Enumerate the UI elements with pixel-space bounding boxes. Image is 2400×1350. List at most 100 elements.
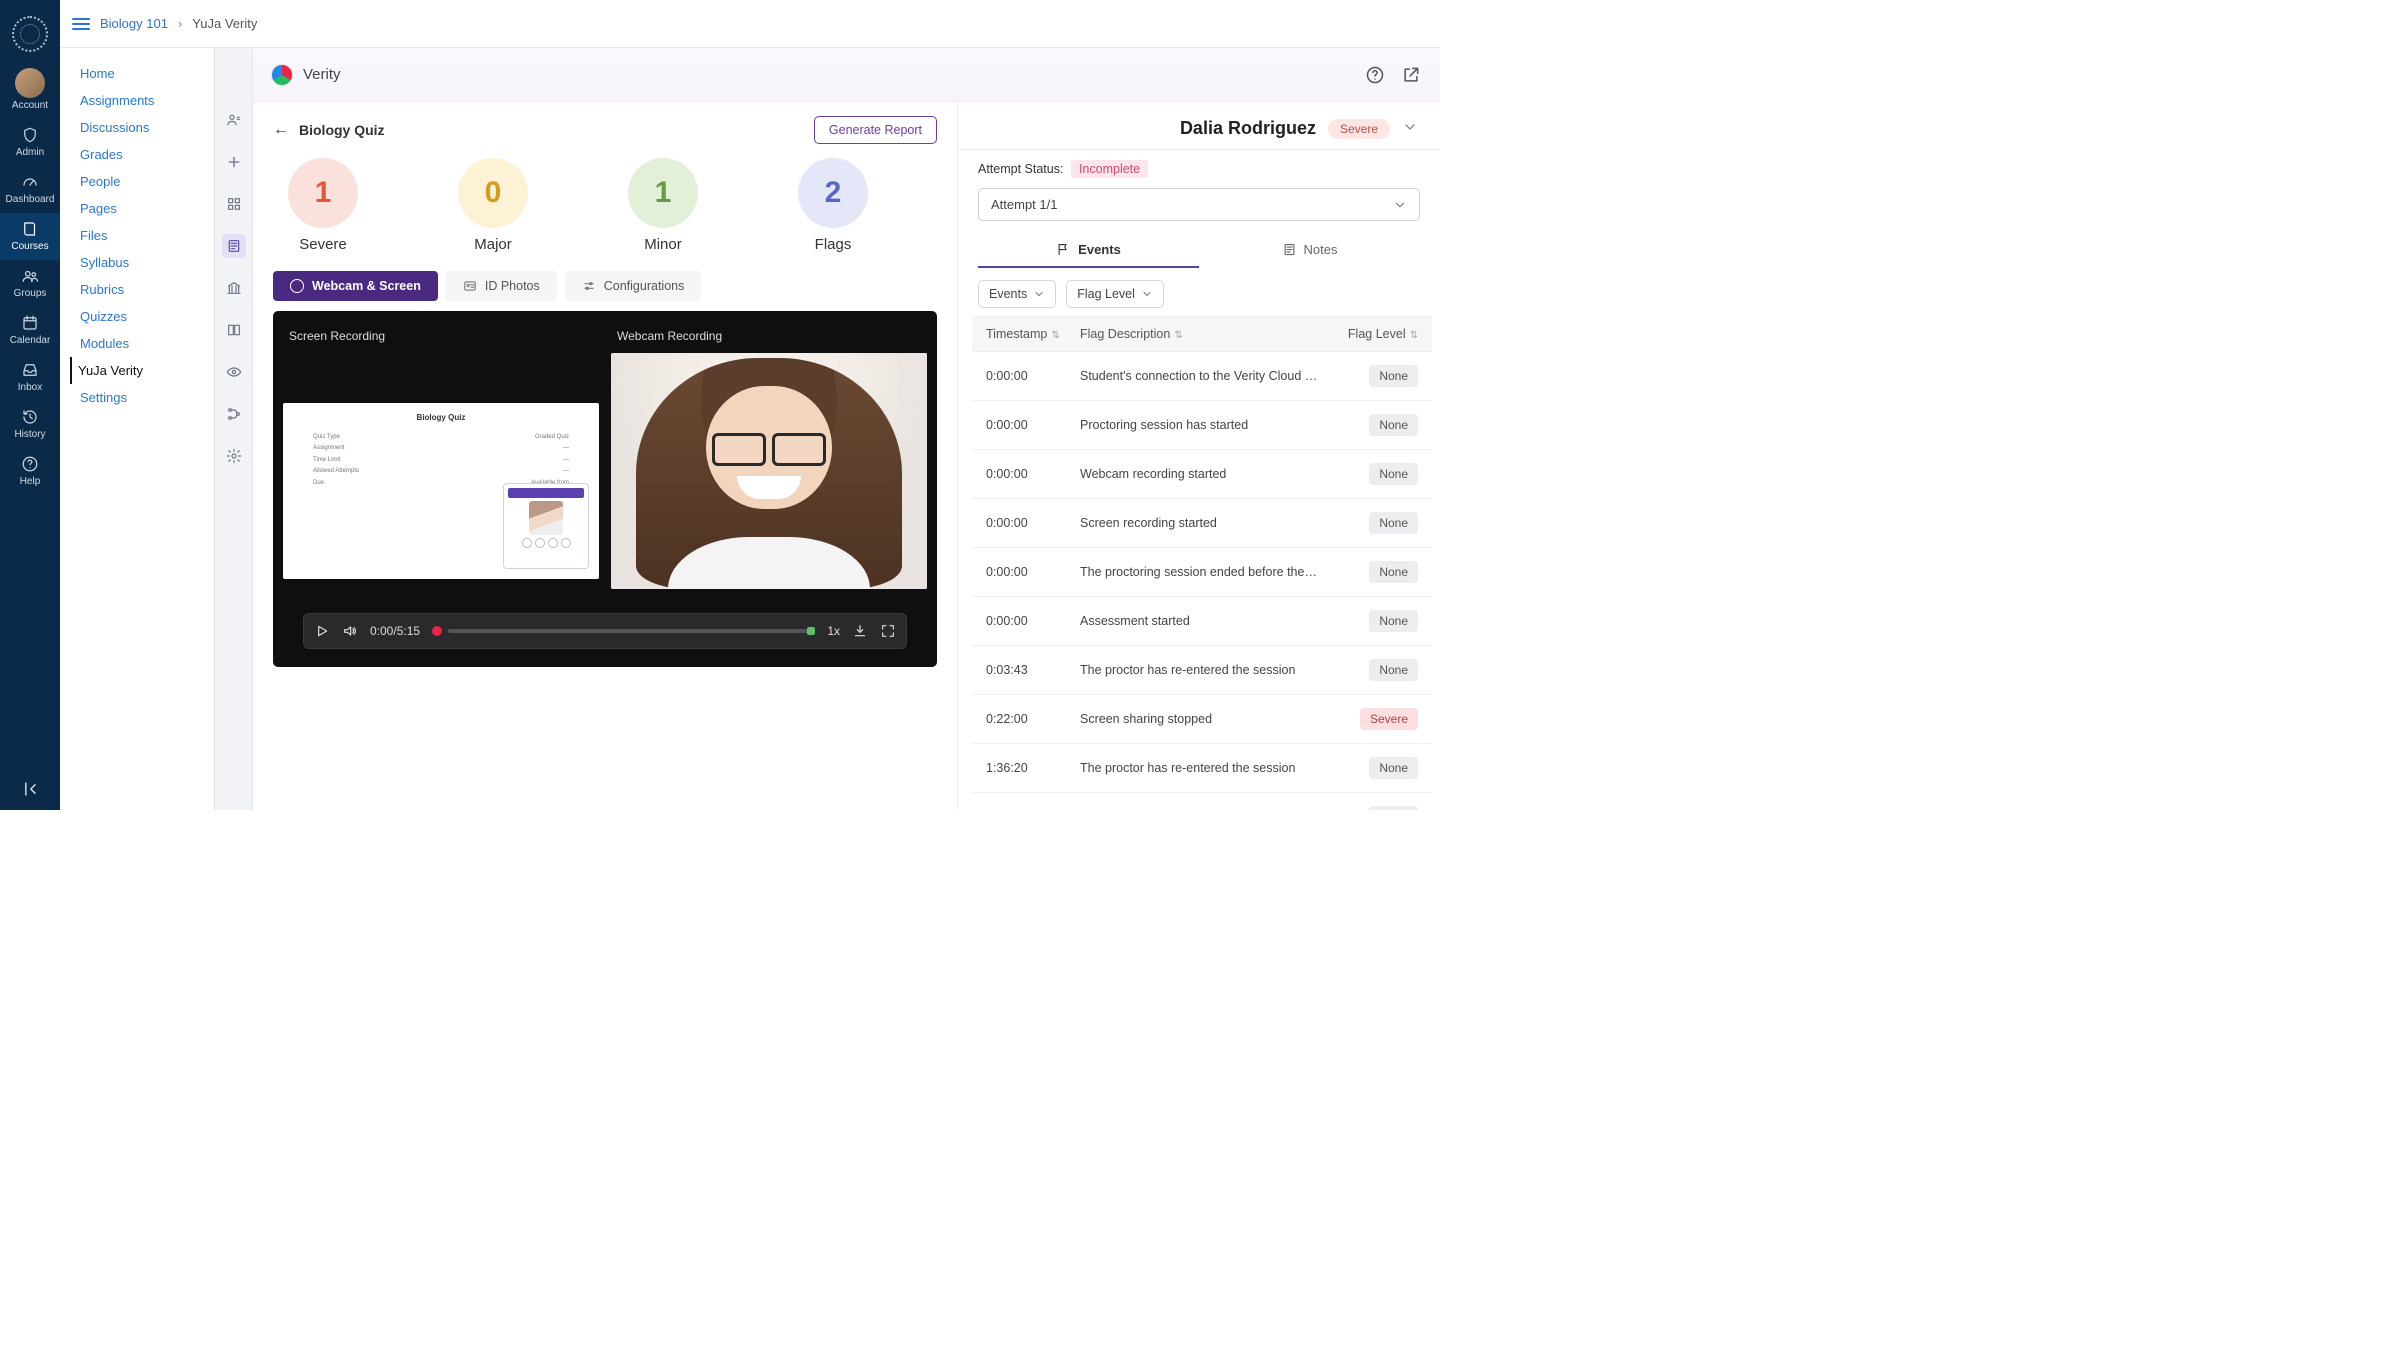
gauge-icon	[20, 172, 40, 192]
generate-report-button[interactable]: Generate Report	[814, 116, 937, 144]
progress-bar[interactable]	[432, 626, 815, 636]
table-row[interactable]: 0:00:00Assessment startedNone	[972, 597, 1432, 646]
stat-flags[interactable]: 2Flags	[793, 158, 873, 253]
breadcrumb-course[interactable]: Biology 101	[100, 16, 168, 31]
course-nav-yuja-verity[interactable]: YuJa Verity	[70, 357, 214, 384]
table-row[interactable]: 0:00:00Proctoring session has startedNon…	[972, 401, 1432, 450]
table-row[interactable]: 0:22:00Screen sharing stoppedSevere	[972, 695, 1432, 744]
course-nav-files[interactable]: Files	[72, 222, 214, 249]
strip-users-icon[interactable]	[222, 108, 246, 132]
stat-major[interactable]: 0Major	[453, 158, 533, 253]
cell-timestamp: 0:00:00	[986, 369, 1080, 383]
tab-configurations[interactable]: Configurations	[565, 271, 702, 301]
external-link-icon[interactable]	[1400, 64, 1422, 86]
rail-help[interactable]: Help	[0, 448, 60, 495]
progress-knob[interactable]	[432, 626, 442, 636]
rail-courses[interactable]: Courses	[0, 213, 60, 260]
course-nav-people[interactable]: People	[72, 168, 214, 195]
cell-timestamp: 0:00:00	[986, 516, 1080, 530]
table-row[interactable]: 1:36:20The proctor has re-entered the se…	[972, 744, 1432, 793]
back-to-quiz[interactable]: ← Biology Quiz	[273, 121, 385, 139]
cell-timestamp: 0:00:00	[986, 467, 1080, 481]
col-timestamp[interactable]: Timestamp⇅	[986, 327, 1080, 341]
recording-panel: Screen Recording Biology Quiz Quiz TypeG…	[273, 311, 937, 667]
strip-eye-icon[interactable]	[222, 360, 246, 384]
left-pane: ← Biology Quiz Generate Report 1Severe 0…	[253, 102, 958, 810]
filter-flag-level[interactable]: Flag Level	[1066, 280, 1164, 308]
cell-flag-level: None	[1369, 806, 1418, 810]
canvas-logo	[12, 16, 48, 52]
strip-grid-icon[interactable]	[222, 192, 246, 216]
course-nav-rubrics[interactable]: Rubrics	[72, 276, 214, 303]
rail-dashboard[interactable]: Dashboard	[0, 166, 60, 213]
attempt-select[interactable]: Attempt 1/1	[978, 188, 1420, 221]
rail-groups[interactable]: Groups	[0, 260, 60, 307]
course-nav-grades[interactable]: Grades	[72, 141, 214, 168]
hamburger-icon[interactable]	[72, 18, 90, 30]
course-nav-quizzes[interactable]: Quizzes	[72, 303, 214, 330]
rail-calendar[interactable]: Calendar	[0, 307, 60, 354]
fullscreen-icon[interactable]	[880, 623, 896, 639]
cell-timestamp: 0:22:00	[986, 712, 1080, 726]
strip-branch-icon[interactable]	[222, 402, 246, 426]
strip-bank-icon[interactable]	[222, 276, 246, 300]
table-row[interactable]: 0:00:00Webcam recording startedNone	[972, 450, 1432, 499]
cell-flag-level: None	[1369, 561, 1418, 583]
rail-history[interactable]: History	[0, 401, 60, 448]
col-description[interactable]: Flag Description⇅	[1080, 327, 1328, 341]
chevron-right-icon: ›	[178, 16, 182, 31]
tab-webcam-screen[interactable]: Webcam & Screen	[273, 271, 438, 301]
filter-events[interactable]: Events	[978, 280, 1056, 308]
play-icon[interactable]	[314, 623, 330, 639]
table-row[interactable]: 0:00:00Screen recording startedNone	[972, 499, 1432, 548]
stat-minor[interactable]: 1Minor	[623, 158, 703, 253]
course-nav-discussions[interactable]: Discussions	[72, 114, 214, 141]
strip-plus-icon[interactable]	[222, 150, 246, 174]
table-row[interactable]: 0:00:00The proctoring session ended befo…	[972, 548, 1432, 597]
playback-speed[interactable]: 1x	[827, 624, 840, 638]
table-row[interactable]: 1:36:23The proctor has left the sessionN…	[972, 793, 1432, 810]
course-nav-syllabus[interactable]: Syllabus	[72, 249, 214, 276]
tab-id-photos[interactable]: ID Photos	[446, 271, 557, 301]
rail-account[interactable]: Account	[0, 62, 60, 119]
tab-events[interactable]: Events	[978, 233, 1199, 268]
screen-recording-label: Screen Recording	[289, 329, 599, 343]
course-nav-pages[interactable]: Pages	[72, 195, 214, 222]
cell-timestamp: 0:00:00	[986, 565, 1080, 579]
id-card-icon	[463, 279, 477, 293]
volume-icon[interactable]	[342, 623, 358, 639]
rail-collapse[interactable]	[0, 779, 60, 802]
stat-severe[interactable]: 1Severe	[283, 158, 363, 253]
rail-inbox[interactable]: Inbox	[0, 354, 60, 401]
book-icon	[20, 219, 40, 239]
note-icon	[1282, 242, 1297, 257]
download-icon[interactable]	[852, 623, 868, 639]
help-icon	[20, 454, 40, 474]
chevron-down-icon	[1141, 288, 1153, 300]
strip-doc-icon[interactable]	[222, 234, 246, 258]
strip-book-icon[interactable]	[222, 318, 246, 342]
webcam-recording-thumb[interactable]	[611, 353, 927, 589]
strip-gear-icon[interactable]	[222, 444, 246, 468]
course-nav-assignments[interactable]: Assignments	[72, 87, 214, 114]
table-row[interactable]: 0:00:00Student's connection to the Verit…	[972, 352, 1432, 401]
app-bar: Verity	[253, 48, 1440, 102]
quiz-title: Biology Quiz	[299, 122, 385, 138]
sliders-icon	[582, 279, 596, 293]
chevron-down-icon	[1393, 198, 1407, 212]
course-nav-modules[interactable]: Modules	[72, 330, 214, 357]
course-nav-home[interactable]: Home	[72, 60, 214, 87]
verity-logo-icon	[271, 64, 293, 86]
course-nav-settings[interactable]: Settings	[72, 384, 214, 411]
webcam-recording-label: Webcam Recording	[617, 329, 927, 343]
help-circle-icon[interactable]	[1364, 64, 1386, 86]
rail-admin[interactable]: Admin	[0, 119, 60, 166]
breadcrumb: Biology 101 › YuJa Verity	[60, 0, 1440, 48]
student-chevron-icon[interactable]	[1402, 119, 1418, 138]
table-row[interactable]: 0:03:43The proctor has re-entered the se…	[972, 646, 1432, 695]
col-flag-level[interactable]: Flag Level⇅	[1328, 327, 1418, 341]
screen-recording-thumb[interactable]: Biology Quiz Quiz TypeGraded Quiz Assign…	[283, 403, 599, 579]
video-player: 0:00/5:15 1x	[303, 613, 907, 649]
tab-notes[interactable]: Notes	[1199, 233, 1420, 268]
calendar-icon	[20, 313, 40, 333]
